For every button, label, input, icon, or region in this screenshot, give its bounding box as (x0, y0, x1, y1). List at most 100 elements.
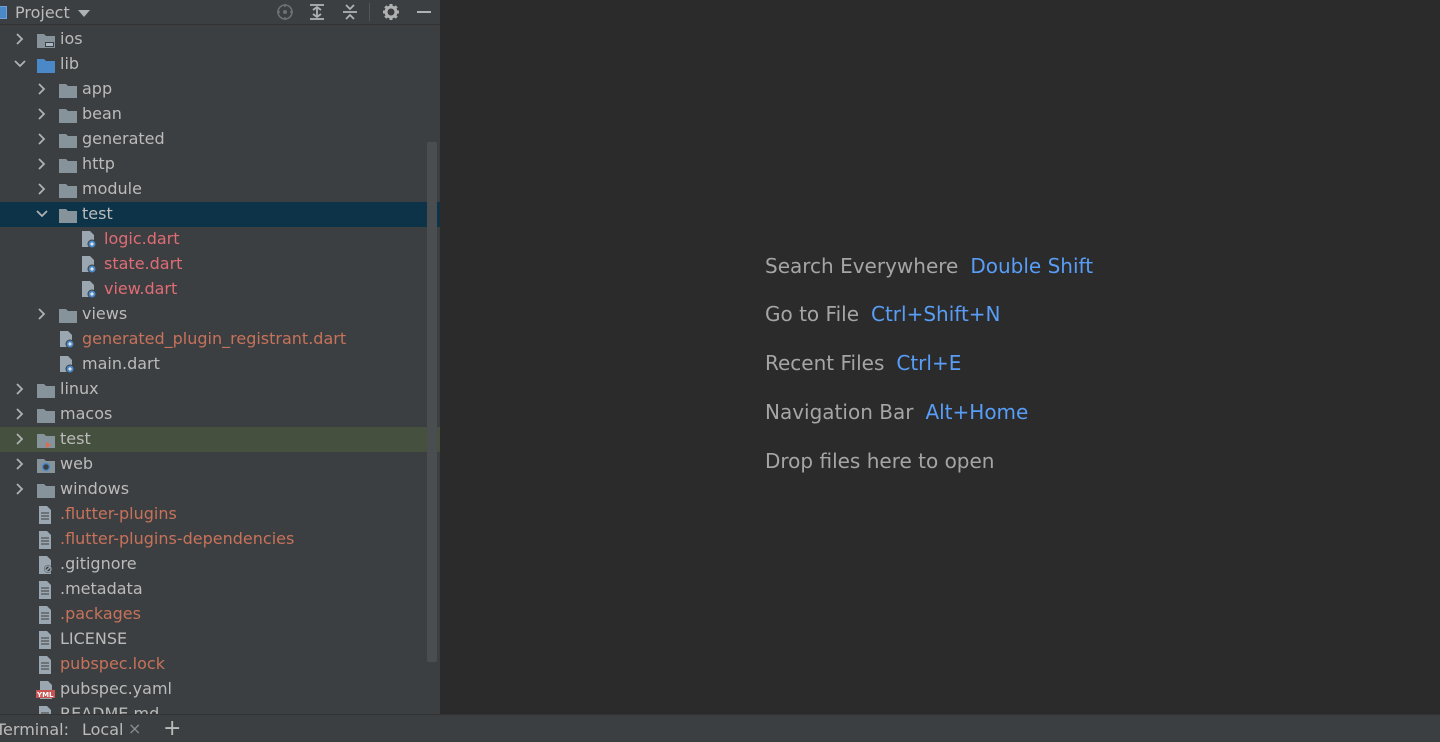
tree-item-license[interactable]: LICENSE (0, 627, 440, 652)
chevron-right-icon[interactable] (14, 33, 26, 45)
chevron-right-icon[interactable] (36, 108, 48, 120)
chevron-right-icon[interactable] (14, 408, 26, 420)
hint-drop-files: Drop files here to open (765, 448, 994, 474)
hint-search-everywhere: Search Everywhere Double Shift (765, 253, 1093, 279)
tree-item-label: .packages (60, 604, 141, 623)
gear-icon[interactable] (381, 2, 401, 22)
collapse-all-icon[interactable] (340, 2, 360, 22)
tree-item-label: app (82, 79, 113, 98)
minimize-icon[interactable] (414, 2, 434, 22)
chevron-right-icon[interactable] (36, 133, 48, 145)
tree-item-label: README.md (60, 704, 160, 714)
tree-item-label: .metadata (60, 579, 143, 598)
project-icon (0, 5, 7, 19)
folder-icon (59, 133, 77, 148)
project-view-selector[interactable]: Project (0, 0, 90, 24)
tree-item-main-dart[interactable]: main.dart (0, 352, 440, 377)
tree-item-lib[interactable]: lib (0, 52, 440, 77)
chevron-right-icon[interactable] (36, 158, 48, 170)
tree-item-module[interactable]: module (0, 177, 440, 202)
tree-item-http[interactable]: http (0, 152, 440, 177)
folder-source-icon (37, 58, 55, 73)
tree-item-test[interactable]: test (0, 427, 440, 452)
tree-item-bean[interactable]: bean (0, 102, 440, 127)
tree-item-packages[interactable]: .packages (0, 602, 440, 627)
chevron-right-icon[interactable] (14, 383, 26, 395)
tree-item-label: http (82, 154, 115, 173)
tree-item-pubspec-yaml[interactable]: YML pubspec.yaml (0, 677, 440, 702)
text-file-icon (36, 531, 54, 549)
folder-icon (59, 108, 77, 123)
folder-test-icon (37, 433, 55, 448)
tree-item-gitignore[interactable]: .gitignore (0, 552, 440, 577)
tree-item-label: windows (60, 479, 130, 498)
folder-icon (59, 183, 77, 198)
tree-item-label: .gitignore (60, 554, 137, 573)
hint-shortcut: Alt+Home (925, 400, 1029, 424)
tree-item-test[interactable]: test (0, 202, 440, 227)
hint-go-to-file: Go to File Ctrl+Shift+N (765, 301, 1001, 327)
project-panel: Project ios lib app bean generated http module… (0, 0, 440, 714)
tree-scrollbar[interactable] (427, 142, 437, 662)
tree-item-logic-dart[interactable]: logic.dart (0, 227, 440, 252)
tree-item-web[interactable]: web (0, 452, 440, 477)
text-file-icon (36, 606, 54, 624)
chevron-right-icon[interactable] (14, 433, 26, 445)
folder-icon (59, 158, 77, 173)
hint-label: Recent Files (765, 351, 885, 375)
folder-icon (59, 83, 77, 98)
hint-navigation-bar: Navigation Bar Alt+Home (765, 399, 1028, 425)
project-panel-title: Project (15, 2, 70, 22)
tree-item-state-dart[interactable]: state.dart (0, 252, 440, 277)
plus-icon[interactable]: + (163, 716, 181, 741)
tree-item-label: generated (82, 129, 165, 148)
chevron-down-icon[interactable] (36, 208, 48, 220)
folder-icon (37, 383, 55, 398)
tree-item-label: ios (60, 29, 83, 48)
folder-ios-icon (37, 33, 55, 48)
hint-shortcut: Double Shift (970, 254, 1094, 278)
gitignore-file-icon (36, 556, 54, 574)
tree-item-flutter-plugins-dependencies[interactable]: .flutter-plugins-dependencies (0, 527, 440, 552)
tree-item-generated-plugin-registrant-dart[interactable]: generated_plugin_registrant.dart (0, 327, 440, 352)
tree-item-macos[interactable]: macos (0, 402, 440, 427)
tree-item-windows[interactable]: windows (0, 477, 440, 502)
hint-label: Go to File (765, 302, 859, 326)
yaml-file-icon: YML (36, 681, 55, 699)
tree-item-ios[interactable]: ios (0, 27, 440, 52)
tree-item-label: module (82, 179, 142, 198)
expand-all-icon[interactable] (307, 2, 327, 22)
close-icon[interactable]: × (128, 719, 141, 738)
tree-item-label: pubspec.yaml (60, 679, 172, 698)
chevron-right-icon[interactable] (36, 308, 48, 320)
locate-file-icon[interactable] (275, 2, 295, 22)
tree-item-label: test (82, 204, 113, 223)
tree-item-views[interactable]: views (0, 302, 440, 327)
chevron-right-icon[interactable] (14, 483, 26, 495)
text-file-icon (36, 581, 54, 599)
tree-item-label: state.dart (104, 254, 183, 273)
chevron-down-icon[interactable] (14, 58, 26, 70)
chevron-right-icon[interactable] (14, 458, 26, 470)
tree-item-pubspec-lock[interactable]: pubspec.lock (0, 652, 440, 677)
tree-item-label: .flutter-plugins (60, 504, 177, 523)
tree-item-app[interactable]: app (0, 77, 440, 102)
tree-item-linux[interactable]: linux (0, 377, 440, 402)
tree-item-readme-md[interactable]: README.md (0, 702, 440, 714)
tree-item-label: web (60, 454, 94, 473)
tree-item-flutter-plugins[interactable]: .flutter-plugins (0, 502, 440, 527)
terminal-tab-local[interactable]: Local (82, 720, 123, 739)
hint-recent-files: Recent Files Ctrl+E (765, 350, 961, 376)
folder-web-icon (37, 458, 55, 473)
dart-file-icon (80, 231, 98, 249)
terminal-label: Terminal: (0, 720, 70, 739)
tree-item-label: main.dart (82, 354, 160, 373)
toolbar-separator (369, 3, 370, 21)
chevron-right-icon[interactable] (36, 183, 48, 195)
chevron-down-icon[interactable] (77, 9, 90, 17)
tree-item-label: view.dart (104, 279, 178, 298)
tree-item-view-dart[interactable]: view.dart (0, 277, 440, 302)
chevron-right-icon[interactable] (36, 83, 48, 95)
tree-item-generated[interactable]: generated (0, 127, 440, 152)
tree-item-metadata[interactable]: .metadata (0, 577, 440, 602)
